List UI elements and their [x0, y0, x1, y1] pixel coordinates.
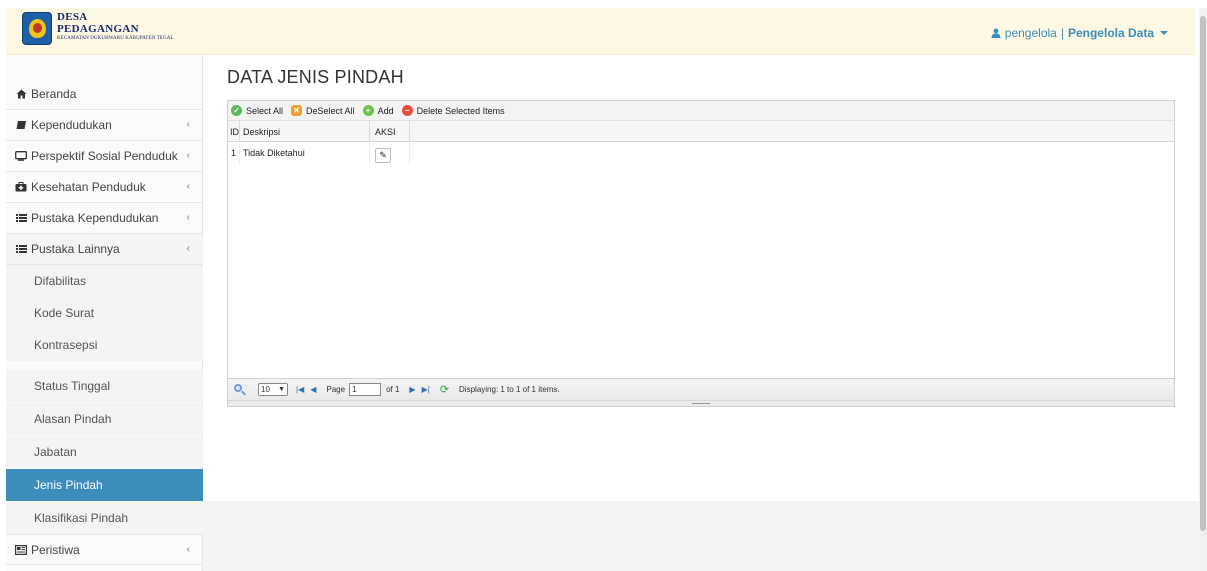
newspaper-icon: [15, 544, 27, 555]
sidebar-item-label: Pustaka Lainnya: [31, 242, 120, 256]
sidebar-item-label: Kependudukan: [31, 118, 112, 132]
list-icon: [15, 213, 27, 223]
sidebar-subitem-difabilitas[interactable]: Difabilitas: [6, 265, 203, 297]
next-page-icon[interactable]: ▶: [409, 385, 415, 394]
list-icon: [15, 244, 27, 254]
sidebar-item-label: Kesehatan Penduduk: [31, 180, 146, 194]
page-number-input[interactable]: 1: [349, 383, 382, 396]
page-title: DATA JENIS PINDAH: [227, 67, 404, 87]
cell-deskripsi: Tidak Diketahui: [240, 143, 370, 165]
monitor-icon: [15, 151, 27, 161]
page-number-value: 1: [352, 385, 357, 394]
home-icon: [15, 89, 27, 99]
resize-grip[interactable]: [692, 403, 710, 404]
data-grid: ✓ Select All ✕ DeSelect All + Add − Dele…: [227, 100, 1175, 407]
book-icon: [15, 120, 27, 130]
medkit-icon: [15, 182, 27, 192]
sidebar-subitem-kode-surat[interactable]: Kode Surat: [6, 297, 203, 329]
sidebar: Beranda Kependudukan ‹ Perspektif Sosial…: [6, 55, 203, 571]
chevron-left-icon: ‹: [186, 544, 190, 555]
sidebar-subitem-status-tinggal[interactable]: Status Tinggal: [6, 370, 203, 402]
column-header-id[interactable]: ID: [228, 121, 240, 142]
refresh-icon[interactable]: ⟳: [440, 383, 449, 396]
page-size-value: 10: [261, 385, 270, 394]
page-scrollbar[interactable]: [1199, 8, 1207, 571]
top-header: DESA PEDAGANGAN KECAMATAN DUKUHWARU KABU…: [6, 8, 1195, 55]
page-size-select[interactable]: 10 ▼: [258, 383, 288, 396]
sidebar-subitem-jenis-pindah[interactable]: Jenis Pindah: [6, 469, 203, 501]
caret-down-icon: [1160, 31, 1168, 35]
displaying-text: Displaying: 1 to 1 of 1 items.: [459, 385, 560, 394]
chevron-left-icon: ‹: [186, 119, 190, 130]
edit-button[interactable]: ✎: [375, 148, 391, 163]
add-circle-icon: +: [362, 105, 374, 116]
column-header-deskripsi[interactable]: Deskripsi: [240, 121, 370, 142]
sidebar-subitem-kontrasepsi[interactable]: Kontrasepsi: [6, 329, 203, 361]
user-role: Pengelola Data: [1067, 26, 1154, 40]
delete-selected-button[interactable]: − Delete Selected Items: [401, 105, 505, 116]
logo-line-3: KECAMATAN DUKUHWARU KABUPATEN TEGAL: [57, 36, 174, 41]
sidebar-item-label: Perspektif Sosial Penduduk: [31, 149, 178, 163]
sidebar-item-label: Peristiwa: [31, 542, 80, 557]
last-page-icon[interactable]: ▶|: [422, 385, 430, 394]
chevron-left-icon: ‹: [186, 212, 190, 223]
grid-pager: 10 ▼ |◀ ◀ Page 1 of 1 ▶ ▶| ⟳ Displaying:…: [228, 378, 1174, 400]
delete-selected-label: Delete Selected Items: [416, 105, 505, 116]
deselect-all-label: DeSelect All: [306, 105, 355, 116]
select-all-label: Select All: [246, 105, 284, 116]
grid-resize-bar[interactable]: [228, 400, 1174, 406]
sidebar-item-kesehatan[interactable]: Kesehatan Penduduk ‹: [6, 172, 203, 203]
user-separator: |: [1060, 26, 1064, 40]
chevron-left-icon: ‹: [186, 243, 190, 254]
regency-emblem-icon: [22, 12, 52, 45]
sidebar-subitem-alasan-pindah[interactable]: Alasan Pindah: [6, 403, 203, 435]
grid-toolbar: ✓ Select All ✕ DeSelect All + Add − Dele…: [228, 101, 1174, 121]
grid-header: ID Deskripsi AKSI: [228, 121, 1174, 142]
page-label: Page: [326, 385, 346, 394]
select-all-button[interactable]: ✓ Select All: [231, 105, 283, 116]
page-of-label: of 1: [386, 385, 400, 394]
search-icon[interactable]: [234, 383, 246, 396]
sidebar-subitem-jabatan[interactable]: Jabatan: [6, 436, 203, 468]
add-button[interactable]: + Add: [362, 105, 394, 116]
check-circle-icon: ✓: [231, 105, 242, 116]
sidebar-item-kependudukan[interactable]: Kependudukan ‹: [6, 110, 203, 141]
user-icon: [991, 28, 1001, 38]
pencil-icon: ✎: [379, 150, 387, 160]
sidebar-item-perspektif-sosial[interactable]: Perspektif Sosial Penduduk ‹: [6, 141, 203, 172]
sidebar-item-label: Pustaka Kependudukan: [31, 211, 159, 225]
sidebar-item-peristiwa[interactable]: Peristiwa ‹: [6, 534, 203, 565]
first-page-icon[interactable]: |◀: [296, 385, 304, 394]
sidebar-subitem-klasifikasi-pindah[interactable]: Klasifikasi Pindah: [6, 502, 203, 534]
column-header-aksi[interactable]: AKSI: [370, 121, 410, 142]
deselect-all-button[interactable]: ✕ DeSelect All: [291, 105, 355, 116]
user-menu[interactable]: pengelola | Pengelola Data: [991, 26, 1168, 40]
add-label: Add: [377, 105, 394, 116]
chevron-left-icon: ‹: [186, 181, 190, 192]
sidebar-item-pustaka-lainnya[interactable]: Pustaka Lainnya ‹: [6, 234, 203, 265]
sidebar-item-label: Beranda: [31, 87, 77, 101]
sidebar-item-beranda[interactable]: Beranda: [6, 79, 203, 110]
logo-line-1: DESA: [57, 11, 88, 23]
chevron-down-icon: ▼: [278, 386, 285, 393]
prev-page-icon[interactable]: ◀: [310, 385, 316, 394]
sidebar-item-pustaka-kependudukan[interactable]: Pustaka Kependudukan ‹: [6, 203, 203, 234]
deselect-icon: ✕: [291, 105, 303, 116]
scrollbar-thumb[interactable]: [1200, 16, 1206, 531]
user-name: pengelola: [1004, 26, 1057, 40]
remove-circle-icon: −: [401, 105, 413, 116]
content-footer: [203, 501, 1199, 571]
logo-line-2: PEDAGANGAN: [57, 23, 139, 35]
chevron-left-icon: ‹: [186, 150, 190, 161]
cell-id: 1: [228, 143, 240, 165]
logo[interactable]: DESA PEDAGANGAN KECAMATAN DUKUHWARU KABU…: [22, 12, 174, 45]
table-row[interactable]: 1 Tidak Diketahui ✎: [228, 143, 1174, 165]
